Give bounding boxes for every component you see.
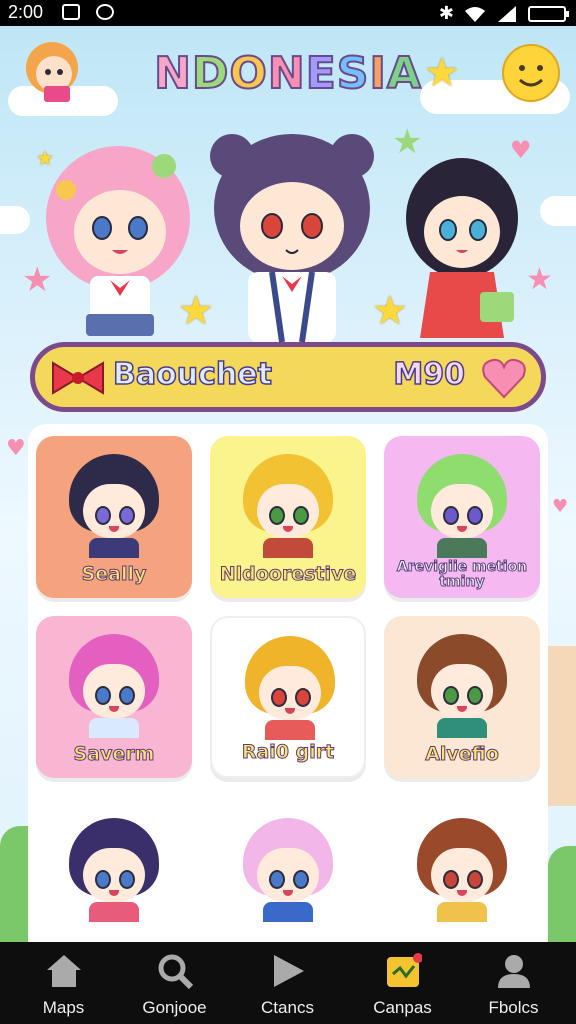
title-letter: I	[368, 47, 387, 100]
banner-count: M90	[393, 356, 466, 393]
cloud-decoration	[0, 206, 30, 234]
battery-icon	[528, 5, 569, 22]
bush-decoration	[0, 826, 28, 942]
character-portrait	[243, 818, 333, 922]
purple-hair-girl-character	[210, 134, 374, 343]
home-icon	[47, 955, 81, 987]
character-card[interactable]: Seally	[36, 436, 192, 598]
character-name: Nldoorestive	[219, 563, 357, 585]
character-card[interactable]: Nldoorestive	[210, 436, 366, 598]
title-letter: D	[191, 47, 230, 100]
character-card[interactable]: Arevigiie metion tminy	[384, 436, 540, 598]
game-title: NDONESIA	[0, 47, 576, 100]
title-letter: S	[336, 47, 370, 100]
tab-label: Ctancs	[261, 998, 314, 1017]
character-name: Seally	[81, 563, 147, 585]
house-decoration	[548, 646, 576, 806]
heart-icon	[482, 358, 526, 399]
title-letter: N	[153, 47, 192, 100]
status-time: 2:00	[8, 2, 44, 22]
tab-maps[interactable]: Maps	[6, 942, 121, 1024]
game-screen: ★ NDONESIA ★ ★ ★ ★ ★ ★ ♥ Baouchet M90 ♥ …	[0, 26, 576, 942]
character-portrait	[417, 634, 507, 738]
character-portrait	[69, 634, 159, 738]
score-banner[interactable]: Baouchet M90	[30, 342, 546, 412]
tab-play[interactable]: Ctancs	[230, 942, 345, 1024]
tab-label: Fbolcs	[488, 998, 539, 1017]
character-portrait	[417, 454, 507, 558]
signal-icon	[498, 5, 516, 22]
star-icon: ★	[526, 262, 553, 297]
character-card[interactable]: Alvefio	[384, 616, 540, 778]
heart-icon: ♥	[6, 436, 26, 461]
title-letter: N	[267, 47, 306, 100]
bottom-nav: Maps Gonjooe Ctancs Canpas Fbolcs	[0, 942, 576, 1024]
banner-label: Baouchet	[112, 356, 272, 393]
character-card[interactable]	[36, 800, 192, 942]
character-name: Rai0 girt	[241, 741, 335, 763]
cloud-decoration	[540, 196, 576, 226]
tab-canpas[interactable]: Canpas	[345, 942, 460, 1024]
black-hair-girl-character	[406, 158, 518, 338]
character-portrait	[243, 454, 333, 558]
heart-icon: ♥	[552, 496, 569, 517]
character-card[interactable]	[384, 800, 540, 942]
tab-profile[interactable]: Fbolcs	[456, 942, 571, 1024]
title-letter: O	[228, 47, 268, 100]
title-letter: E	[305, 47, 337, 100]
character-name: Arevigiie metion tminy	[396, 559, 528, 590]
character-card[interactable]: Rai0 girt	[210, 616, 366, 778]
notification-icon	[62, 4, 80, 20]
app-notification-icon	[96, 4, 114, 20]
character-portrait	[69, 454, 159, 558]
character-name: Alvefio	[425, 743, 500, 765]
tab-label: Gonjooe	[142, 998, 207, 1017]
character-portrait	[417, 818, 507, 922]
bush-decoration	[548, 846, 576, 942]
play-icon	[274, 955, 304, 987]
tab-search[interactable]: Gonjooe	[117, 942, 232, 1024]
wifi-icon	[465, 6, 485, 22]
sticker-icon	[387, 953, 422, 987]
title-letter: A	[386, 47, 422, 100]
bluetooth-icon: ✱	[438, 3, 454, 23]
pink-hair-girl-character	[46, 146, 190, 336]
character-portrait	[69, 818, 159, 922]
character-card[interactable]	[210, 800, 366, 942]
character-grid: Seally Nldoorestive Arevigiie metion tmi…	[28, 424, 548, 942]
character-portrait	[245, 636, 335, 740]
character-card[interactable]: Saverm	[36, 616, 192, 778]
tab-label: Maps	[42, 998, 85, 1017]
search-icon	[158, 954, 194, 990]
bow-icon	[52, 361, 104, 395]
tab-label: Canpas	[373, 998, 432, 1017]
person-icon	[498, 955, 530, 988]
character-name: Saverm	[73, 743, 155, 765]
status-bar: 2:00 ✱	[0, 0, 576, 26]
